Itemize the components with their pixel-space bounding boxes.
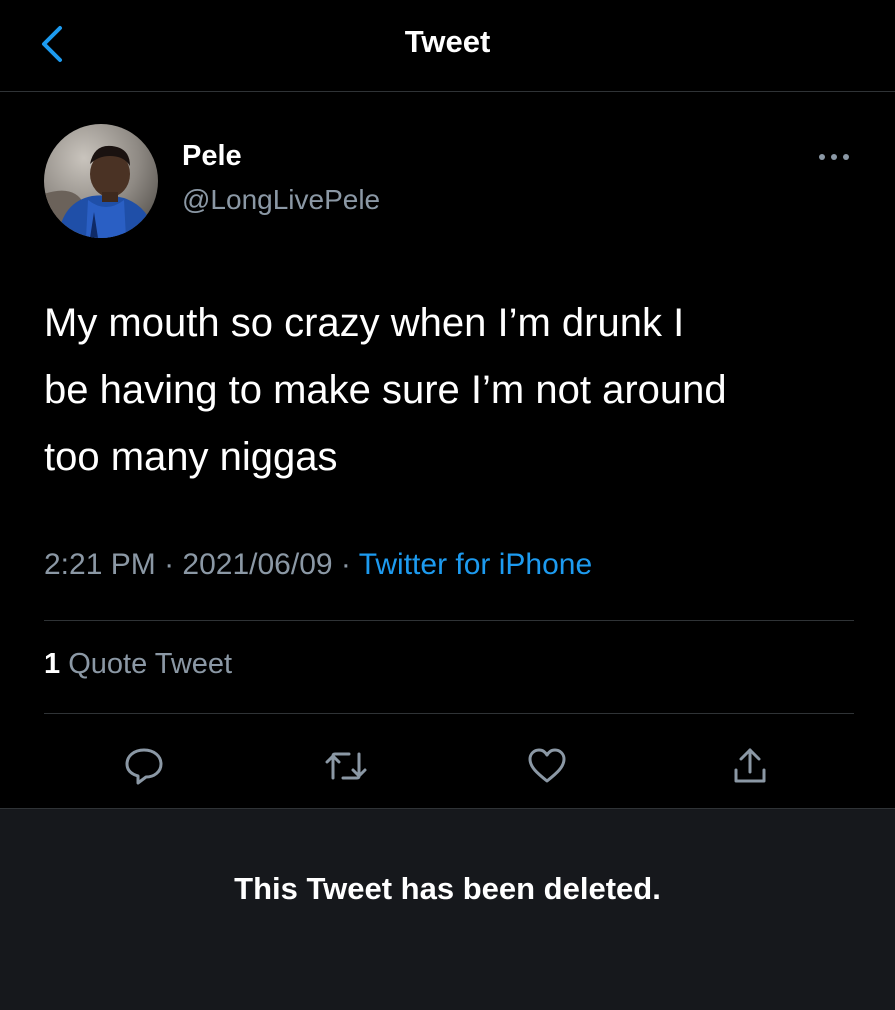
retweet-button[interactable] xyxy=(316,736,376,796)
divider xyxy=(44,713,854,714)
tweet-metadata: 2:21 PM · 2021/06/09 · Twitter for iPhon… xyxy=(44,548,592,582)
display-name[interactable]: Pele xyxy=(182,140,242,173)
quote-tweets-stat[interactable]: 1 Quote Tweet xyxy=(44,648,232,681)
top-bar: Tweet xyxy=(0,0,895,92)
reply-button[interactable] xyxy=(114,736,174,796)
tweet-source-link[interactable]: Twitter for iPhone xyxy=(359,548,592,581)
avatar[interactable] xyxy=(44,124,158,238)
user-handle[interactable]: @LongLivePele xyxy=(182,184,380,216)
heart-icon xyxy=(528,748,566,783)
tweet-author: Pele @LongLivePele xyxy=(44,124,844,240)
quote-count: 1 xyxy=(44,648,61,680)
retweet-icon xyxy=(325,752,367,780)
page-title: Tweet xyxy=(404,24,491,59)
share-button[interactable] xyxy=(720,736,780,796)
tweet-time: 2:21 PM xyxy=(44,548,156,581)
share-icon xyxy=(734,748,766,783)
reply-icon xyxy=(125,748,163,785)
tweet-actions xyxy=(0,736,895,796)
more-options-button[interactable] xyxy=(812,142,856,172)
tweet-text: My mouth so crazy when I’m drunk I be ha… xyxy=(44,301,727,479)
more-dots-icon xyxy=(819,154,849,160)
deleted-message: This Tweet has been deleted. xyxy=(234,871,661,906)
quoted-tweet-deleted: This Tweet has been deleted. xyxy=(0,808,895,1010)
quote-label: Quote Tweet xyxy=(68,648,233,680)
meta-separator: · xyxy=(164,548,175,581)
like-button[interactable] xyxy=(517,736,577,796)
divider xyxy=(44,620,854,621)
meta-separator: · xyxy=(340,548,351,581)
tweet-date: 2021/06/09 xyxy=(182,548,333,581)
